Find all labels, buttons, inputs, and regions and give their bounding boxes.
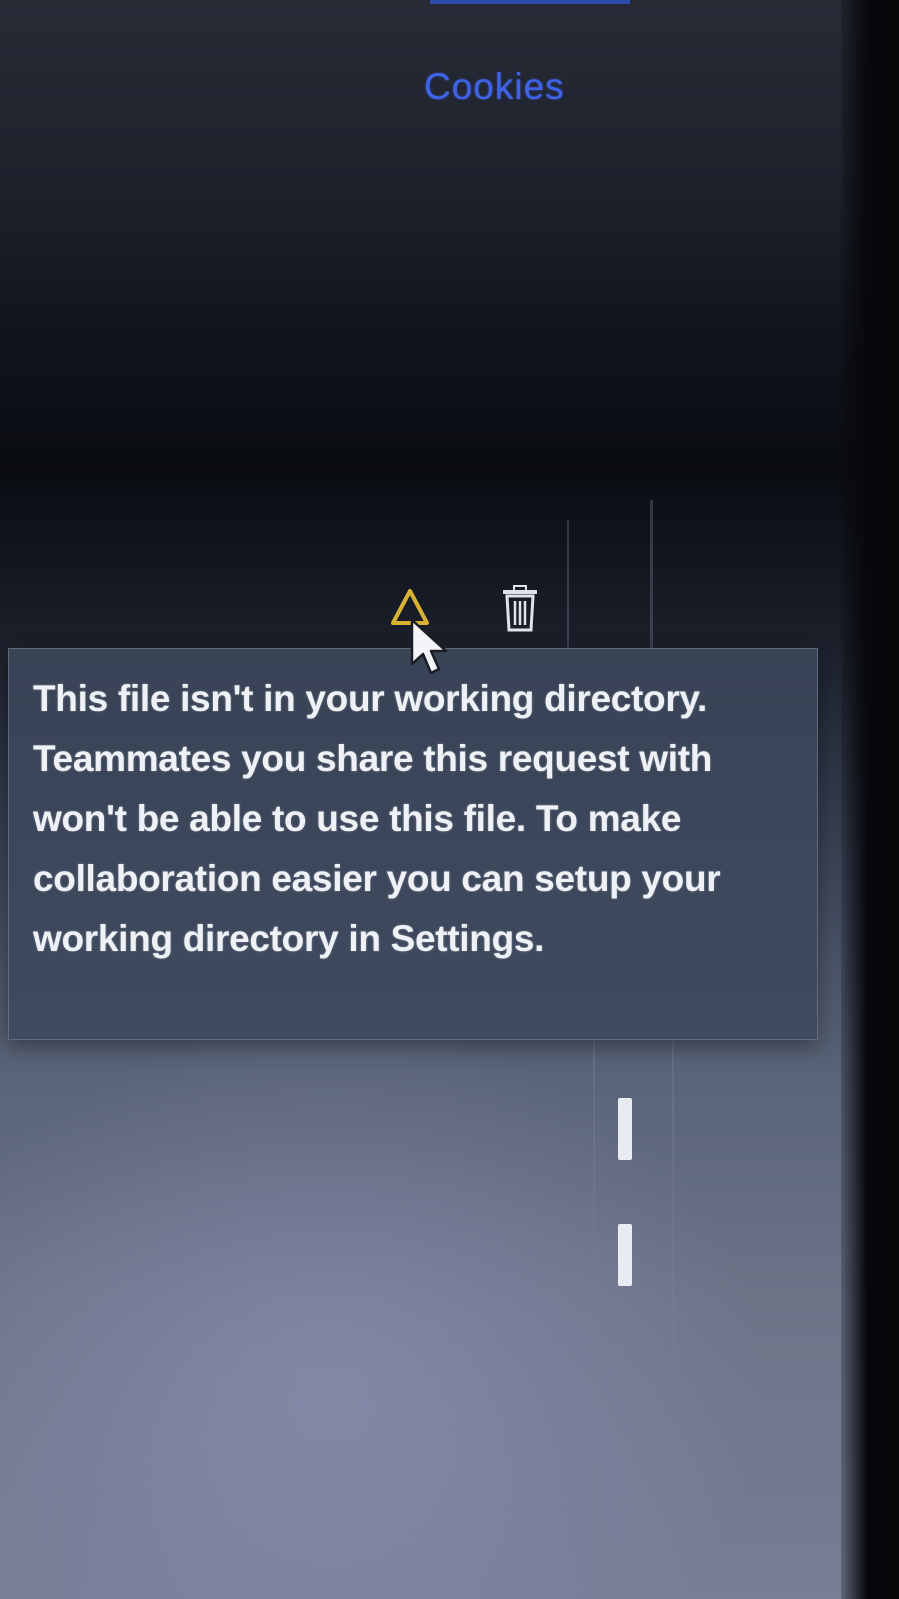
tab-cookies[interactable]: Cookies [424,66,565,108]
panel-divider [672,1040,674,1599]
panel-divider [593,1040,595,1599]
app-screen: Cookies This file isn't in your working … [0,0,899,1599]
working-directory-tooltip: This file isn't in your working director… [8,648,818,1040]
panel-divider [567,520,569,648]
scrollbar-thumb[interactable] [618,1224,632,1286]
active-tab-indicator [430,0,630,4]
trash-icon[interactable] [500,585,540,633]
panel-divider [650,500,653,648]
scrollbar-thumb[interactable] [618,1098,632,1160]
tooltip-message: This file isn't in your working director… [33,678,721,959]
screen-bezel [841,0,899,1599]
mouse-pointer-icon [410,618,454,676]
